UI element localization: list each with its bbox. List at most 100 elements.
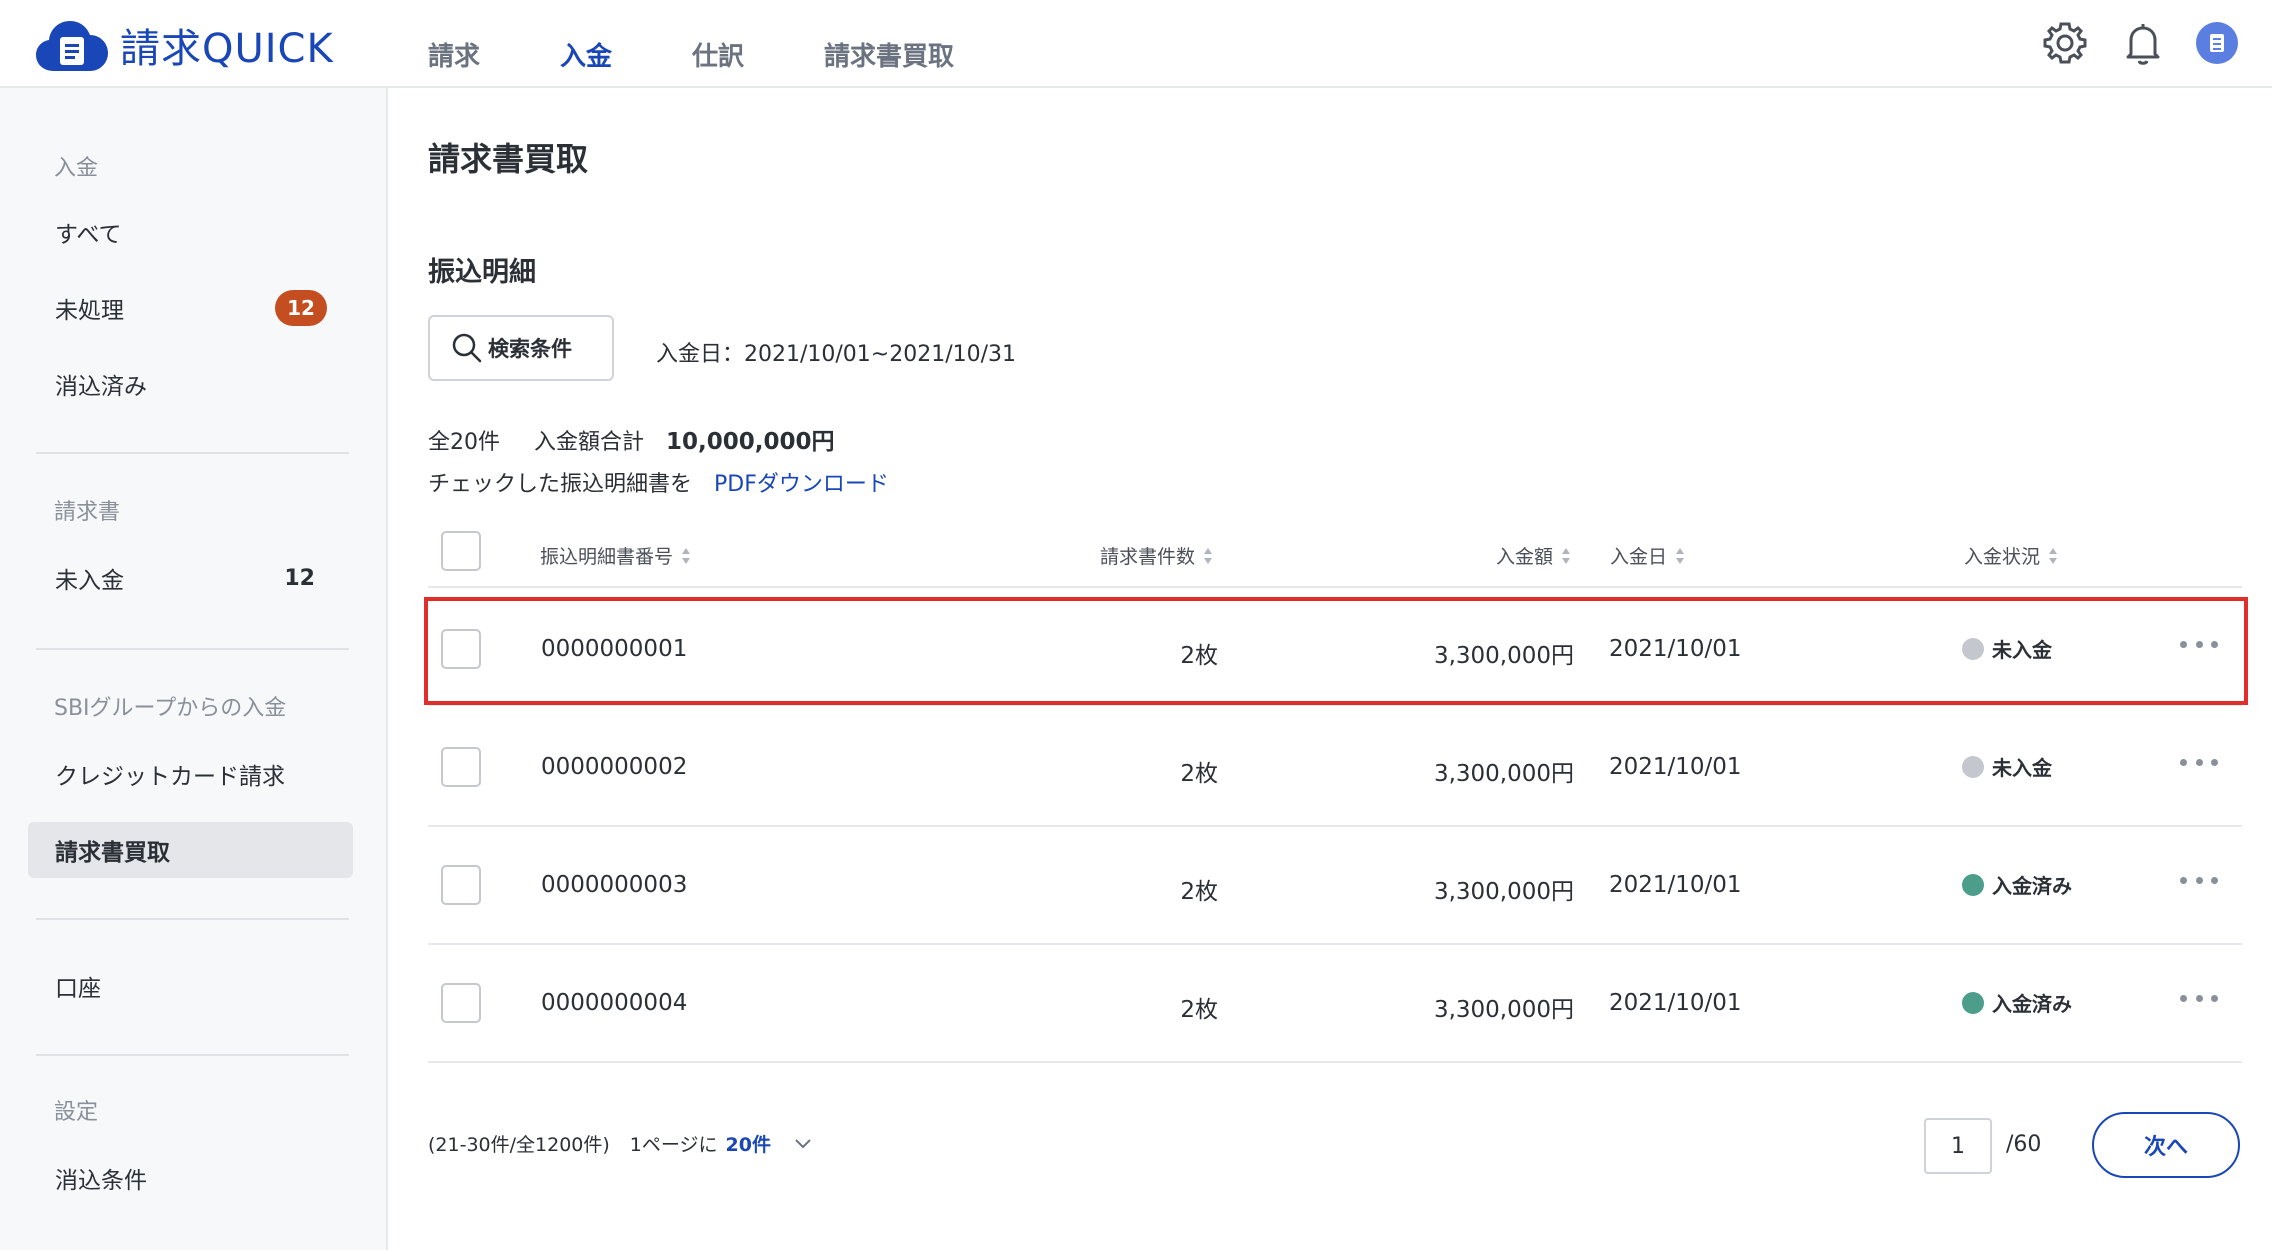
main-nav: 請求 入金 仕訳 請求書買取	[428, 36, 1034, 73]
column-header-label: 入金額	[1496, 546, 1554, 568]
chevron-down-icon[interactable]	[793, 1137, 813, 1151]
sidebar-item-label: 未処理	[55, 298, 124, 324]
sidebar-item-factoring[interactable]: 請求書買取	[28, 822, 353, 878]
column-header-label: 請求書件数	[1100, 546, 1196, 568]
top-header: 請求QUICK 請求 入金 仕訳 請求書買取	[0, 0, 2272, 88]
column-header-number[interactable]: 振込明細書番号	[540, 542, 691, 569]
row-divider	[428, 825, 2242, 827]
page-number-input[interactable]: 1	[1924, 1118, 1992, 1174]
nav-tab-payment[interactable]: 入金	[560, 36, 612, 73]
payment-date: 2021/10/01	[1609, 754, 1742, 780]
sidebar-divider	[36, 1054, 349, 1056]
payment-status: 入金済み	[1962, 988, 2072, 1017]
payment-amount: 3,300,000円	[1433, 997, 1574, 1023]
app-logo[interactable]: 請求QUICK	[34, 16, 334, 74]
invoice-count: 2枚	[1180, 761, 1218, 787]
search-conditions-button[interactable]: 検索条件	[428, 315, 614, 381]
sidebar: 入金 すべて 未処理 12 消込済み 請求書 未入金 12 SBIグループからの…	[0, 88, 388, 1250]
payment-amount: 3,300,000円	[1433, 879, 1574, 905]
payment-status: 入金済み	[1962, 870, 2072, 899]
row-checkbox[interactable]	[441, 983, 481, 1023]
payment-amount: 3,300,000円	[1433, 761, 1574, 787]
row-divider	[428, 943, 2242, 945]
unprocessed-count-badge: 12	[275, 290, 327, 326]
sidebar-divider	[36, 648, 349, 650]
section-title: 振込明細	[428, 257, 536, 288]
sidebar-section-payment: 入金	[54, 156, 99, 181]
select-all-checkbox[interactable]	[441, 531, 481, 571]
per-page-label: 1ページに	[629, 1134, 718, 1156]
app-name: 請求QUICK	[120, 26, 334, 72]
sidebar-divider	[36, 918, 349, 920]
sidebar-item-all[interactable]: すべて	[28, 204, 353, 260]
column-header-label: 入金状況	[1964, 546, 2041, 568]
sidebar-item-account[interactable]: 口座	[28, 958, 353, 1014]
sidebar-item-reconcile-rules[interactable]: 消込条件	[28, 1150, 353, 1206]
sidebar-item-label: 口座	[55, 976, 101, 1002]
row-divider	[428, 1061, 2242, 1063]
row-divider	[428, 586, 2242, 588]
more-options-icon[interactable]	[2180, 995, 2218, 1005]
column-header-status[interactable]: 入金状況	[1964, 542, 2058, 569]
sidebar-divider	[36, 452, 349, 454]
sort-icon	[1203, 547, 1213, 565]
gear-icon[interactable]	[2040, 18, 2090, 68]
nav-tab-invoice[interactable]: 請求	[428, 36, 480, 73]
sidebar-item-reconciled[interactable]: 消込済み	[28, 356, 353, 412]
page-title: 請求書買取	[428, 140, 589, 178]
status-dot-icon	[1962, 873, 1984, 896]
cloud-document-icon	[34, 17, 110, 73]
sidebar-item-label: 請求書買取	[55, 840, 170, 866]
column-header-label: 振込明細書番号	[540, 546, 674, 568]
pagination-range: (21-30件/全1200件)	[428, 1134, 610, 1156]
bell-icon[interactable]	[2118, 18, 2168, 68]
row-checkbox[interactable]	[441, 865, 481, 905]
unpaid-count: 12	[284, 565, 315, 591]
status-dot-icon	[1962, 755, 1984, 778]
search-button-label: 検索条件	[488, 337, 572, 361]
status-dot-icon	[1962, 991, 1984, 1014]
row-checkbox[interactable]	[441, 747, 481, 787]
column-header-amount[interactable]: 入金額	[1496, 542, 1571, 569]
more-options-icon[interactable]	[2180, 759, 2218, 769]
column-header-date[interactable]: 入金日	[1610, 542, 1685, 569]
payment-date: 2021/10/01	[1609, 990, 1742, 1016]
total-amount-label: 入金額合計	[534, 430, 645, 455]
sidebar-item-credit-card[interactable]: クレジットカード請求	[28, 746, 353, 802]
sidebar-item-unpaid[interactable]: 未入金 12	[28, 550, 353, 606]
payment-status: 未入金	[1962, 752, 2052, 781]
status-label: 入金済み	[1992, 992, 2072, 1016]
transfer-number: 0000000004	[541, 990, 688, 1016]
user-avatar[interactable]	[2196, 22, 2238, 64]
pdf-download-link[interactable]: PDFダウンロード	[714, 472, 889, 497]
date-filter-text: 入金日：2021/10/01~2021/10/31	[656, 342, 1017, 367]
column-header-invoices[interactable]: 請求書件数	[1100, 542, 1213, 569]
column-header-label: 入金日	[1610, 546, 1668, 568]
sidebar-item-label: 未入金	[55, 568, 124, 594]
page-total: /60	[2006, 1132, 2042, 1157]
sidebar-item-label: クレジットカード請求	[55, 764, 285, 790]
sidebar-item-unprocessed[interactable]: 未処理 12	[28, 280, 353, 336]
sidebar-item-label: 消込済み	[55, 374, 147, 400]
download-prefix: チェックした振込明細書を	[428, 472, 693, 497]
sort-icon	[1561, 547, 1571, 565]
sidebar-section-invoice: 請求書	[54, 500, 121, 525]
total-amount-value: 10,000,000円	[666, 429, 835, 455]
transfer-number: 0000000002	[541, 754, 688, 780]
invoice-count: 2枚	[1180, 879, 1218, 905]
per-page-select[interactable]: 20件	[726, 1130, 771, 1157]
nav-tab-factoring[interactable]: 請求書買取	[824, 36, 954, 73]
search-icon	[452, 333, 482, 363]
next-page-button[interactable]: 次へ	[2092, 1112, 2240, 1178]
status-label: 入金済み	[1992, 874, 2072, 898]
download-row: チェックした振込明細書を PDFダウンロード	[428, 466, 889, 498]
summary: 全20件 入金額合計 10,000,000円	[428, 422, 835, 456]
sort-icon	[2048, 547, 2058, 565]
sidebar-section-sbi: SBIグループからの入金	[54, 696, 287, 721]
invoice-count: 2枚	[1180, 997, 1218, 1023]
more-options-icon[interactable]	[2180, 877, 2218, 887]
selected-row-highlight	[424, 597, 2248, 705]
sidebar-item-label: すべて	[55, 222, 122, 248]
total-count: 全20件	[428, 430, 500, 455]
nav-tab-journal[interactable]: 仕訳	[692, 36, 744, 73]
